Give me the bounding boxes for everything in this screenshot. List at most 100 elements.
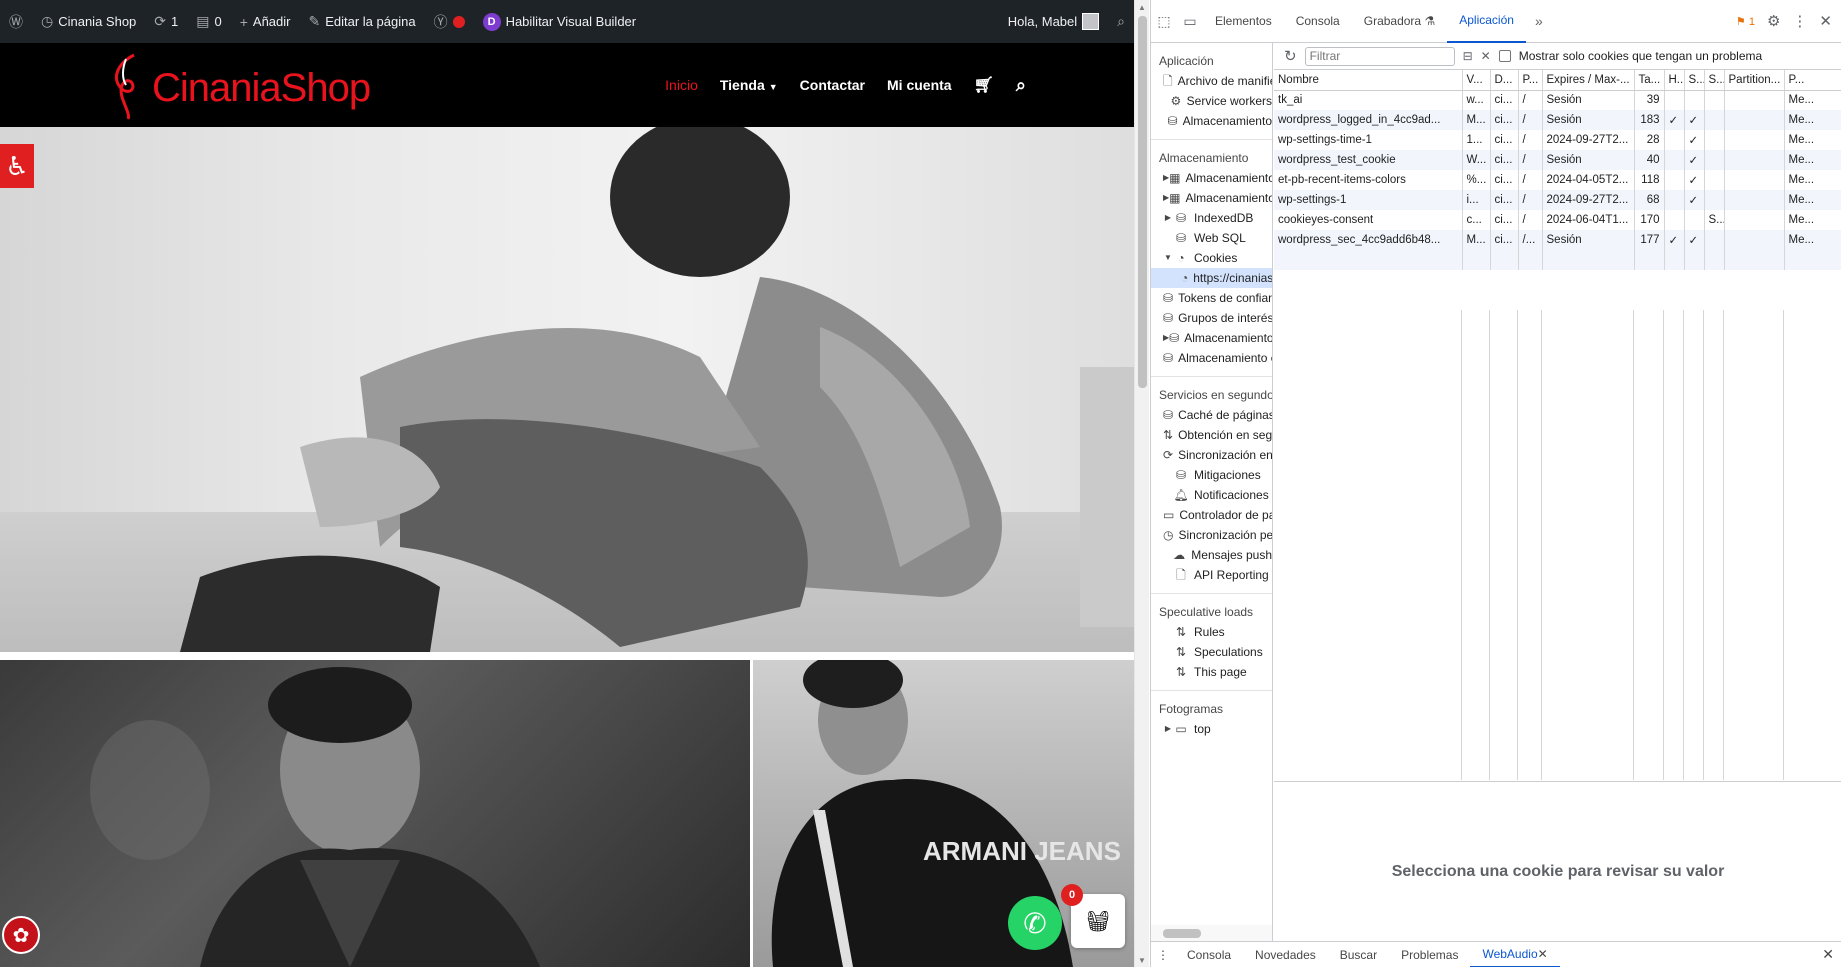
issues-badge[interactable]: ⚑ 1	[1736, 15, 1755, 28]
cookie-row[interactable]: tk_ai w... ci... / Sesión 39 Me...	[1274, 90, 1841, 110]
drawer-tab[interactable]: Buscar	[1328, 942, 1389, 967]
nav-mi-cuenta[interactable]: Mi cuenta	[887, 77, 952, 93]
device-toggle-icon[interactable]: ▭	[1177, 13, 1203, 30]
sidebar-item[interactable]: ⇅ Rules	[1151, 622, 1272, 642]
column-header[interactable]: S...	[1704, 70, 1725, 91]
sidebar-item[interactable]: ▶ ▭ top	[1151, 719, 1272, 739]
refresh-icon[interactable]: ↻	[1284, 47, 1297, 65]
more-tabs-icon[interactable]: »	[1526, 13, 1552, 29]
column-header[interactable]: Partition...	[1724, 70, 1785, 91]
sidebar-item[interactable]: 🗋︎ API Reporting	[1151, 565, 1272, 585]
column-header[interactable]: Nombre	[1274, 70, 1463, 91]
drawer-tab[interactable]: WebAudio ✕	[1470, 942, 1560, 967]
column-header[interactable]: P...	[1518, 70, 1543, 91]
cart-icon[interactable]: 🛒︎	[974, 75, 994, 95]
sidebar-item[interactable]: ⛁ Almacenamiento en caché	[1151, 348, 1272, 368]
nav-contactar[interactable]: Contactar	[800, 77, 865, 93]
database-icon: ⛁	[1175, 231, 1187, 245]
drawer-menu-icon[interactable]: ⋮	[1151, 948, 1175, 962]
tab-grabadora[interactable]: Grabadora ⚗	[1352, 0, 1447, 43]
close-drawer-icon[interactable]: ✕	[1822, 946, 1841, 963]
site-name-link[interactable]: ◷ Cinania Shop	[32, 0, 145, 43]
sidebar-item[interactable]: ☁ Mensajes push	[1151, 545, 1272, 565]
settings-gear-icon[interactable]: ⚙	[1767, 12, 1780, 30]
cookie-row[interactable]: wordpress_test_cookie W... ci... / Sesión 40 ✓…	[1274, 150, 1841, 170]
tab-consola[interactable]: Consola	[1284, 0, 1352, 43]
drawer-tab[interactable]: Consola	[1175, 942, 1243, 967]
search-icon[interactable]: ⌕	[1016, 75, 1026, 96]
sidebar-item[interactable]: ▶▦Almacenamiento local	[1151, 168, 1272, 188]
sidebar-item[interactable]: ▭ Controlador de pagos	[1151, 505, 1272, 525]
add-new-link[interactable]: + Añadir	[231, 0, 300, 43]
expand-arrow-icon[interactable]: ▶	[1163, 719, 1173, 739]
page-scrollbar[interactable]: ▲ ▼	[1134, 0, 1149, 967]
column-header[interactable]: Ta...	[1634, 70, 1665, 91]
drawer-tab[interactable]: Novedades	[1243, 942, 1328, 967]
account-menu[interactable]: Hola, Mabel	[999, 0, 1108, 43]
sidebar-item[interactable]: ▶▦Almacenamiento de sesión	[1151, 188, 1272, 208]
cookie-cell	[1684, 90, 1705, 110]
tab-aplicacion[interactable]: Aplicación	[1447, 0, 1526, 43]
cookie-row[interactable]: wp-settings-time-1 1... ci.../2024-09-27T2…	[1274, 130, 1841, 150]
column-header[interactable]: H...	[1664, 70, 1685, 91]
cookie-row[interactable]: wordpress_logged_in_4cc9ad... M... ci... / S…	[1274, 110, 1841, 130]
expand-arrow-icon[interactable]: ▶	[1163, 208, 1173, 228]
drawer-tab[interactable]: Problemas	[1389, 942, 1470, 967]
sidebar-item[interactable]: ⛁ Mitigaciones	[1151, 465, 1272, 485]
sidebar-item[interactable]: ▶⛁Almacenamiento compartido	[1151, 328, 1272, 348]
inspect-icon[interactable]: ⬚	[1151, 13, 1177, 30]
cookie-row[interactable]: wordpress_sec_4cc9add6b48... M... ci.../..…	[1274, 230, 1841, 250]
only-issues-checkbox[interactable]	[1498, 50, 1511, 62]
delete-selected-icon[interactable]: ✕	[1481, 49, 1491, 63]
nav-inicio[interactable]: Inicio	[665, 77, 698, 93]
sidebar-item[interactable]: ⇅ This page	[1151, 662, 1272, 682]
sidebar-item[interactable]: ▼ ◔ Cookies	[1151, 248, 1272, 268]
sidebar-item[interactable]: ⚙ Service workers	[1151, 91, 1272, 111]
sidebar-item[interactable]: ▶ ⛁ IndexedDB	[1151, 208, 1272, 228]
sidebar-item[interactable]: ⛁ Caché de páginas	[1151, 405, 1272, 425]
column-header[interactable]: V...	[1462, 70, 1491, 91]
wp-logo-icon[interactable]: Ⓦ	[0, 0, 32, 43]
nav-tienda[interactable]: Tienda ▼	[720, 77, 778, 93]
sidebar-item[interactable]: ⇅ Speculations	[1151, 642, 1272, 662]
cookie-row[interactable]: wp-settings-1 i... ci.../2024-09-27T2... 68…	[1274, 190, 1841, 210]
sidebar-item[interactable]: ⟳ Sincronización en segundo plano	[1151, 445, 1272, 465]
scroll-up-icon[interactable]: ▲	[1138, 3, 1146, 12]
expand-arrow-icon[interactable]: ▼	[1163, 248, 1173, 268]
seo-link[interactable]: Ⓨ	[425, 0, 474, 43]
filter-input[interactable]: Filtrar	[1304, 46, 1455, 66]
tab-elementos[interactable]: Elementos	[1203, 0, 1284, 43]
edit-page-link[interactable]: ✎ Editar la página	[299, 0, 424, 43]
column-header[interactable]: Expires / Max-...	[1542, 70, 1635, 91]
column-header[interactable]: D...	[1490, 70, 1519, 91]
site-logo[interactable]: CinaniaShop	[108, 51, 371, 121]
sidebar-hscrollbar[interactable]	[1151, 925, 1272, 941]
sidebar-item[interactable]: 🔔︎ Notificaciones	[1151, 485, 1272, 505]
accessibility-icon[interactable]: ♿︎	[0, 144, 34, 188]
scroll-down-icon[interactable]: ▼	[1138, 956, 1146, 965]
column-header[interactable]: S...	[1684, 70, 1705, 91]
sidebar-item[interactable]: ⛁ Grupos de interés	[1151, 308, 1272, 328]
sidebar-item[interactable]: ⛁ Almacenamiento	[1151, 111, 1272, 131]
admin-search-icon[interactable]: ⌕	[1108, 0, 1134, 43]
visual-builder-link[interactable]: D Habilitar Visual Builder	[474, 0, 646, 43]
column-header[interactable]: P...	[1784, 70, 1841, 91]
page-scroll-thumb[interactable]	[1138, 16, 1147, 388]
sidebar-item[interactable]: ⛁ Web SQL	[1151, 228, 1272, 248]
kebab-menu-icon[interactable]: ⋮	[1792, 12, 1807, 30]
close-devtools-icon[interactable]: ✕	[1819, 12, 1832, 30]
sidebar-item[interactable]: ◔ https://cinaniashop.com	[1151, 268, 1272, 288]
sidebar-item[interactable]: 🗋︎ Archivo de manifiesto	[1151, 71, 1272, 91]
cookie-row[interactable]: et-pb-recent-items-colors%... ci.../2024-…	[1274, 170, 1841, 190]
clear-filtered-icon[interactable]: ⊟	[1463, 49, 1473, 63]
updates-link[interactable]: ⟳ 1	[145, 0, 187, 43]
comments-link[interactable]: ▤ 0	[187, 0, 230, 43]
sidebar-hscroll-thumb[interactable]	[1163, 929, 1201, 938]
sidebar-item[interactable]: ⇅ Obtención en segundo plano	[1151, 425, 1272, 445]
sidebar-item[interactable]: ◷ Sincronización periódica	[1151, 525, 1272, 545]
sidebar-item[interactable]: ⛁ Tokens de confianza	[1151, 288, 1272, 308]
whatsapp-icon[interactable]: ✆	[1008, 896, 1062, 950]
cookie-row[interactable]: cookieyes-consent c... ci.../2024-06-04T1.…	[1274, 210, 1841, 230]
cookie-consent-icon[interactable]: ✿	[2, 916, 40, 954]
close-tab-icon[interactable]: ✕	[1538, 947, 1548, 961]
